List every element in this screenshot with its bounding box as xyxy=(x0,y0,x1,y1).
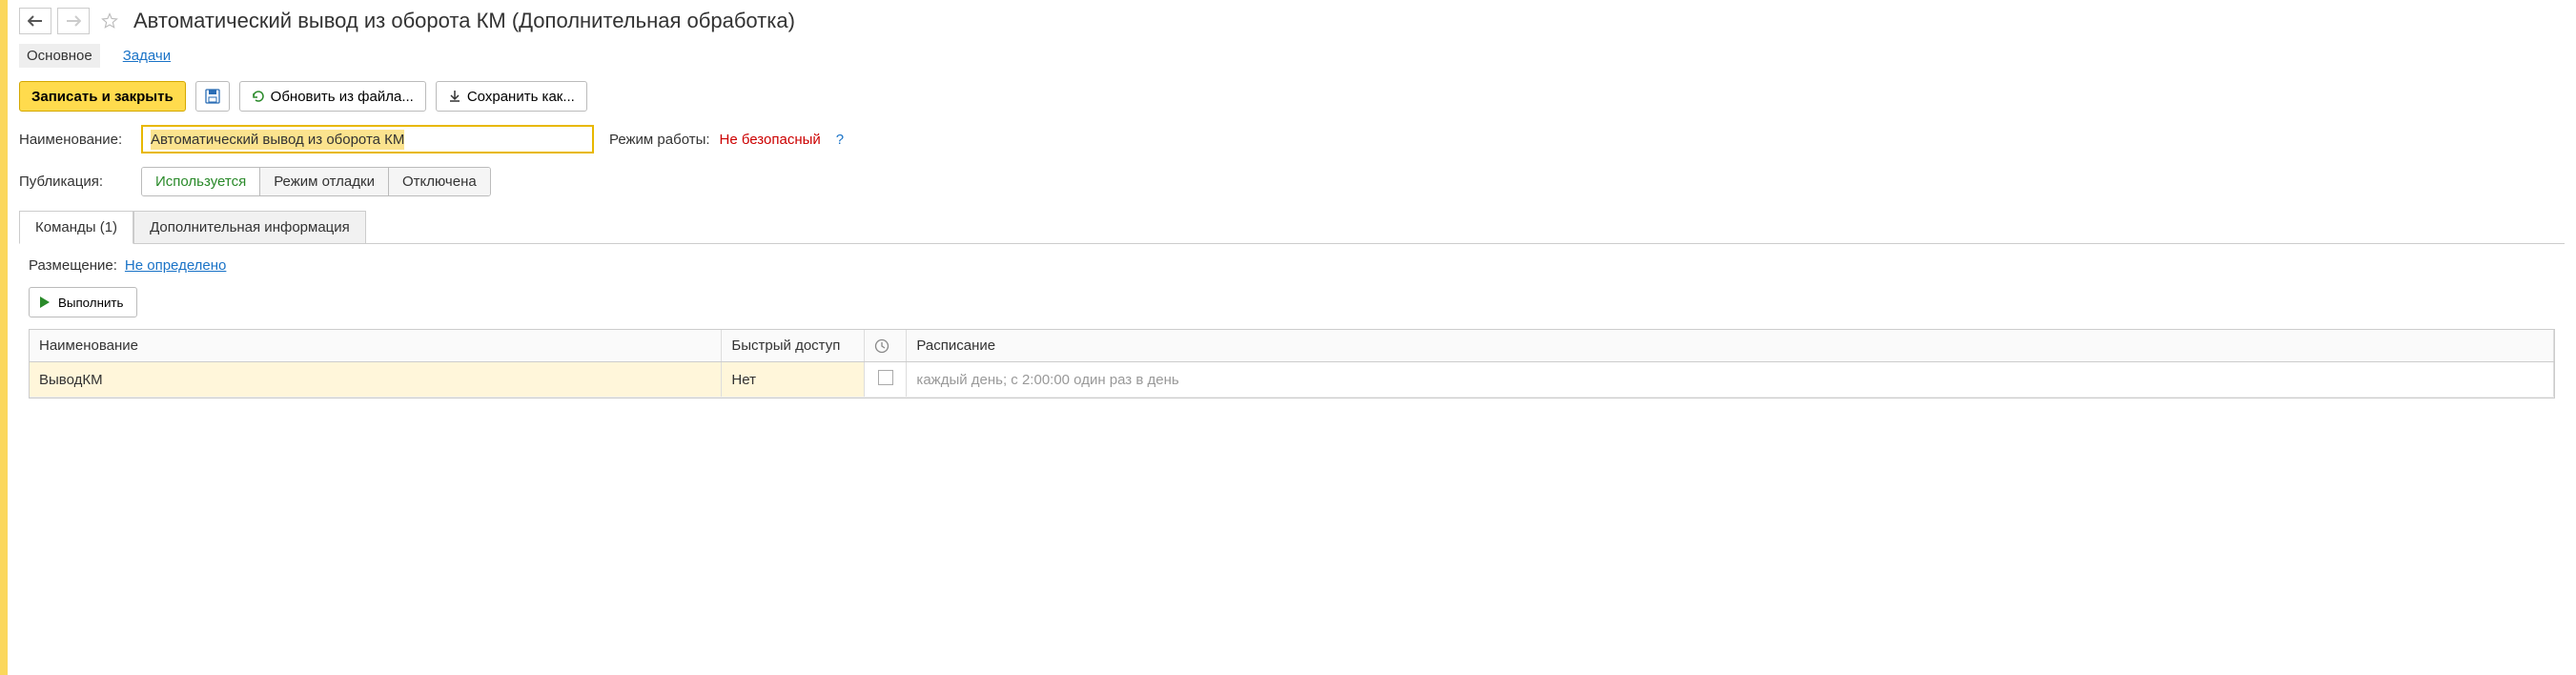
col-clock[interactable] xyxy=(865,330,907,362)
col-quick[interactable]: Быстрый доступ xyxy=(722,330,865,362)
cell-schedule: каждый день; с 2:00:00 один раз в день xyxy=(916,372,1178,388)
cell-name: ВыводКМ xyxy=(30,362,722,398)
execute-button[interactable]: Выполнить xyxy=(29,287,137,317)
save-as-label: Сохранить как... xyxy=(467,89,575,105)
name-label: Наименование: xyxy=(19,132,132,148)
update-from-file-label: Обновить из файла... xyxy=(271,89,414,105)
name-value: Автоматический вывод из оборота КМ xyxy=(151,130,404,150)
help-link[interactable]: ? xyxy=(836,132,844,148)
mode-label: Режим работы: xyxy=(609,132,710,148)
col-name[interactable]: Наименование xyxy=(30,330,722,362)
commands-table: Наименование Быстрый доступ Расписание В… xyxy=(29,329,2555,399)
pub-opt-disabled[interactable]: Отключена xyxy=(389,168,490,195)
col-schedule[interactable]: Расписание xyxy=(907,330,2554,362)
favorite-button[interactable] xyxy=(95,8,124,34)
placement-link[interactable]: Не определено xyxy=(125,257,226,274)
save-as-button[interactable]: Сохранить как... xyxy=(436,81,587,112)
publication-label: Публикация: xyxy=(19,174,132,190)
arrow-left-icon xyxy=(28,15,43,27)
arrow-right-icon xyxy=(66,15,81,27)
name-input[interactable]: Автоматический вывод из оборота КМ xyxy=(141,125,594,153)
save-close-button[interactable]: Записать и закрыть xyxy=(19,81,186,112)
play-icon xyxy=(39,296,51,309)
download-icon xyxy=(448,90,461,103)
refresh-icon xyxy=(252,90,265,103)
clock-icon xyxy=(874,338,889,354)
execute-label: Выполнить xyxy=(58,296,123,310)
nav-tab-main[interactable]: Основное xyxy=(19,44,100,68)
tab-commands[interactable]: Команды (1) xyxy=(19,211,133,244)
nav-back-button[interactable] xyxy=(19,8,51,34)
table-row[interactable]: ВыводКМ Нет каждый день; с 2:00:00 один … xyxy=(30,362,2554,398)
star-icon xyxy=(101,10,118,31)
placement-label: Размещение: xyxy=(29,257,117,274)
pub-opt-debug[interactable]: Режим отладки xyxy=(260,168,389,195)
save-button[interactable] xyxy=(195,81,230,112)
update-from-file-button[interactable]: Обновить из файла... xyxy=(239,81,426,112)
nav-forward-button[interactable] xyxy=(57,8,90,34)
cell-quick: Нет xyxy=(722,362,865,398)
floppy-icon xyxy=(205,89,220,104)
tab-extra[interactable]: Дополнительная информация xyxy=(133,211,366,244)
pub-opt-used[interactable]: Используется xyxy=(142,168,260,195)
mode-value: Не безопасный xyxy=(720,132,821,148)
publication-group: Используется Режим отладки Отключена xyxy=(141,167,491,196)
schedule-checkbox[interactable] xyxy=(878,370,893,385)
nav-tab-tasks[interactable]: Задачи xyxy=(115,44,178,68)
page-title: Автоматический вывод из оборота КМ (Допо… xyxy=(133,9,795,33)
